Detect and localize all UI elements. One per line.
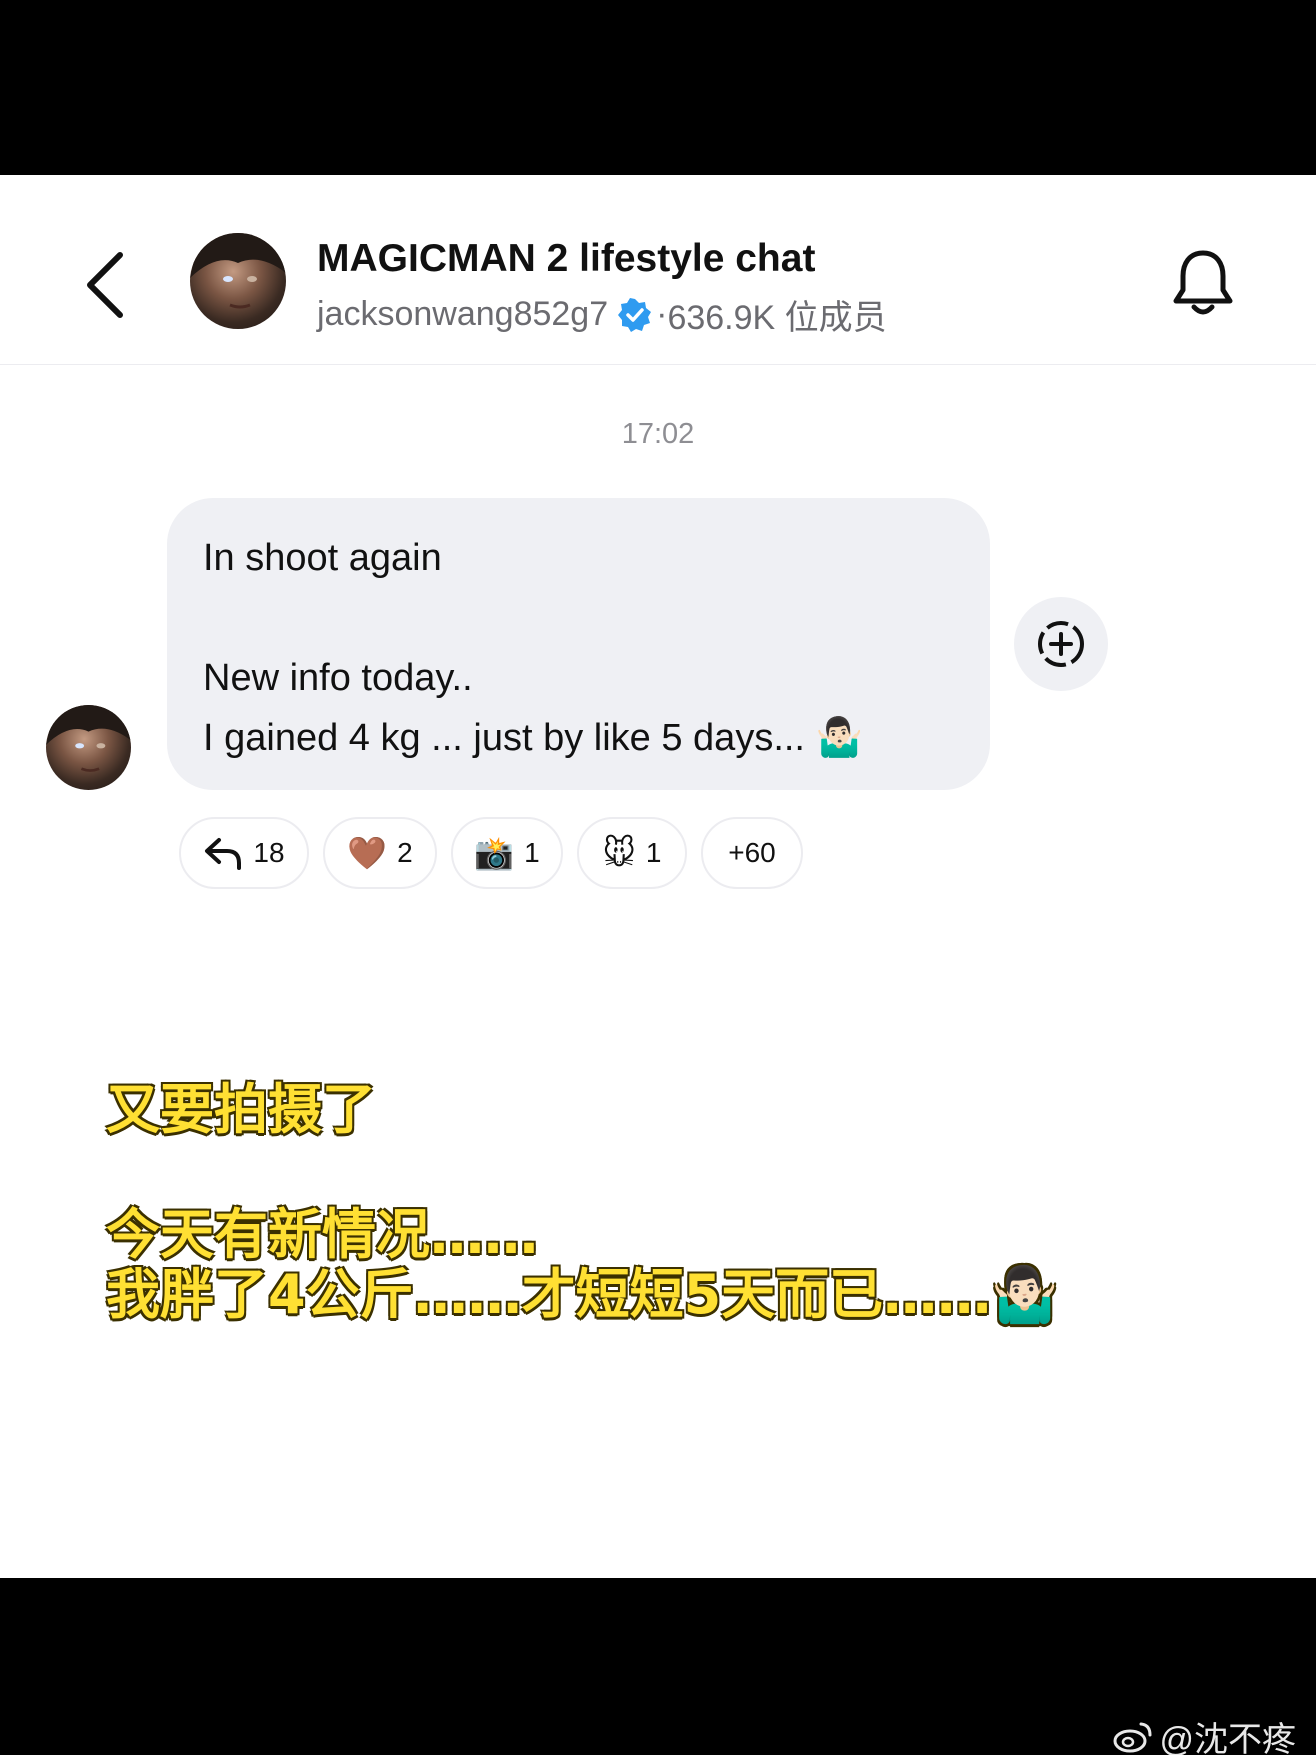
- add-reaction-icon: [1038, 621, 1084, 667]
- reaction-count: 1: [645, 837, 662, 868]
- reaction-count: 2: [397, 837, 413, 868]
- camera-flash-icon: 📸: [474, 834, 515, 872]
- more-reactions-chip[interactable]: +60: [701, 817, 803, 889]
- weibo-logo-icon: [1113, 1722, 1152, 1752]
- message-timestamp: 17:02: [621, 418, 695, 450]
- reaction-chip-brown-heart[interactable]: 🤎 2: [323, 817, 437, 889]
- chat-header: MAGICMAN 2 lifestyle chat jacksonwang852…: [0, 175, 1316, 365]
- member-count: 636.9K 位成员: [667, 299, 887, 337]
- chevron-left-icon: [87, 252, 123, 318]
- verified-badge-icon: [618, 297, 652, 332]
- caption-line-3: 我胖了4公斤……才短短5天而已……🤷🏻‍♂️: [106, 1263, 1059, 1326]
- add-reaction-button[interactable]: [1014, 597, 1108, 691]
- owner-username[interactable]: jacksonwang852g7: [317, 295, 608, 334]
- message-bubble[interactable]: In shoot again New info today.. I gained…: [167, 498, 990, 790]
- reply-count-chip[interactable]: 18: [179, 817, 309, 889]
- chat-screen: MAGICMAN 2 lifestyle chat jacksonwang852…: [0, 175, 1316, 1578]
- chat-title[interactable]: MAGICMAN 2 lifestyle chat: [317, 237, 815, 281]
- reply-icon: [205, 838, 242, 870]
- message-text: In shoot again New info today.. I gained…: [203, 537, 863, 759]
- reaction-chip-mouse[interactable]: 🐭 1: [577, 817, 687, 889]
- reaction-count: 1: [524, 837, 540, 868]
- notification-button[interactable]: [1170, 245, 1236, 321]
- bell-icon: [1173, 250, 1233, 315]
- chat-avatar[interactable]: [190, 233, 286, 329]
- chat-subtitle: jacksonwang852g7 · 636.9K 位成员: [317, 290, 887, 339]
- reaction-chip-camera[interactable]: 📸 1: [451, 817, 563, 889]
- caption-line-1: 又要拍摄了: [106, 1078, 376, 1141]
- weibo-watermark: @沈不疼: [1113, 1712, 1296, 1755]
- mouse-face-icon: 🐭: [602, 834, 636, 872]
- sender-avatar[interactable]: [46, 705, 131, 790]
- watermark-text: @沈不疼: [1159, 1721, 1296, 1755]
- back-button[interactable]: [78, 245, 138, 325]
- more-reactions-count: +60: [728, 837, 776, 868]
- subtitle-separator: ·: [656, 295, 668, 333]
- reply-count: 18: [253, 837, 285, 868]
- brown-heart-icon: 🤎: [347, 834, 388, 872]
